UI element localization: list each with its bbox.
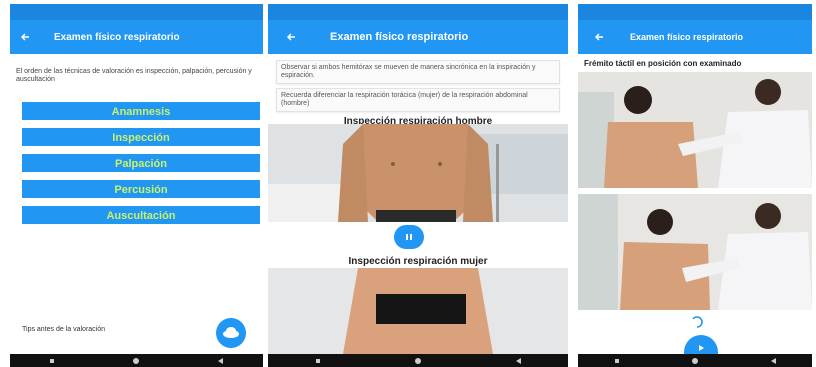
status-bar	[10, 4, 263, 20]
recents-icon[interactable]	[315, 358, 320, 363]
status-bar	[268, 4, 568, 20]
home-icon[interactable]	[414, 357, 421, 364]
tips-fab-button[interactable]	[216, 318, 246, 348]
recents-icon[interactable]	[49, 358, 54, 363]
palpation-image	[578, 194, 812, 310]
nav-back-icon[interactable]	[515, 357, 521, 364]
screen-fremito: Examen físico respiratorio Frémito tácti…	[578, 4, 812, 367]
pause-button[interactable]	[394, 225, 424, 249]
back-arrow-icon[interactable]	[594, 30, 608, 44]
man-torso-image	[268, 124, 568, 222]
back-arrow-icon[interactable]	[20, 30, 34, 44]
menu-list: Anamnesis Inspección Palpación Percusión…	[10, 102, 263, 224]
system-nav-bar	[578, 354, 812, 367]
video-player[interactable]	[268, 124, 568, 222]
percusion-button[interactable]: Percusión	[22, 180, 260, 198]
palpation-image	[578, 72, 812, 188]
page-title: Examen físico respiratorio	[630, 32, 744, 42]
page-title: Examen físico respiratorio	[54, 31, 180, 43]
instruction-card: Observar si ambos hemitórax se mueven de…	[276, 60, 560, 84]
loading-spinner	[692, 316, 703, 328]
app-bar: Examen físico respiratorio	[10, 20, 263, 54]
section-heading: Frémito táctil en posición con examinado	[584, 59, 742, 68]
app-bar: Examen físico respiratorio	[268, 20, 568, 54]
nav-back-icon[interactable]	[770, 357, 776, 364]
pause-icon	[406, 234, 412, 240]
page-title: Examen físico respiratorio	[330, 31, 469, 43]
description-text: El orden de las técnicas de valoración e…	[16, 68, 252, 83]
recents-icon[interactable]	[614, 358, 619, 363]
instruction-card: Recuerda diferenciar la respiración torá…	[276, 88, 560, 112]
app-bar: Examen físico respiratorio	[578, 20, 812, 54]
tips-label: Tips antes de la valoración	[22, 326, 106, 333]
system-nav-bar	[10, 354, 263, 367]
screen-menu: Examen físico respiratorio El orden de l…	[10, 4, 263, 367]
video-title: Inspección respiración mujer	[348, 256, 488, 267]
screen-inspeccion: Examen físico respiratorio Observar si a…	[268, 4, 568, 367]
palpacion-button[interactable]: Palpación	[22, 154, 260, 172]
status-bar	[578, 4, 812, 20]
video-player[interactable]	[268, 268, 568, 354]
play-icon	[699, 345, 704, 351]
inspeccion-button[interactable]: Inspección	[22, 128, 260, 146]
nav-back-icon[interactable]	[218, 357, 224, 364]
home-icon[interactable]	[132, 357, 139, 364]
system-nav-bar	[268, 354, 568, 367]
auscultacion-button[interactable]: Auscultación	[22, 206, 260, 224]
anamnesis-button[interactable]: Anamnesis	[22, 102, 260, 120]
cloud-icon	[223, 327, 239, 338]
home-icon[interactable]	[691, 357, 698, 364]
back-arrow-icon[interactable]	[286, 30, 300, 44]
woman-torso-image	[268, 268, 568, 354]
